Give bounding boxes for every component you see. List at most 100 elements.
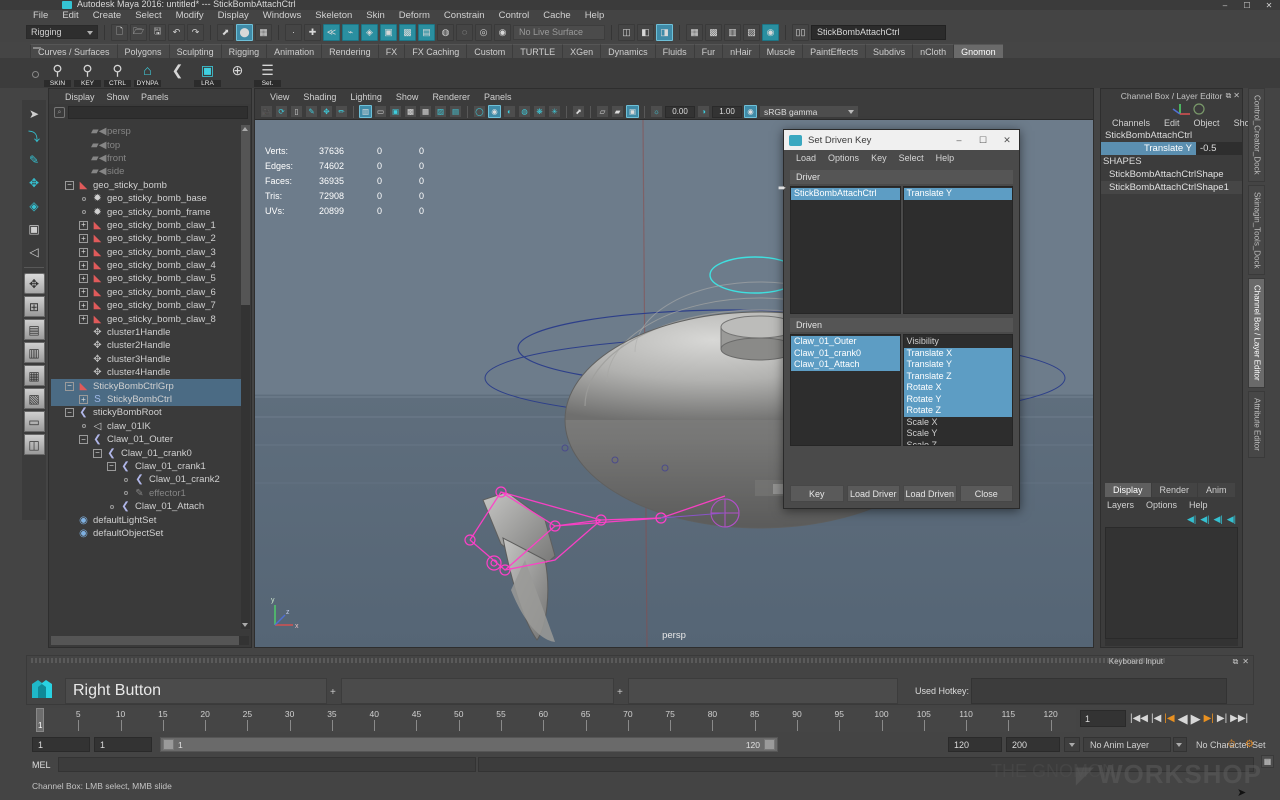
- expander-plus-icon[interactable]: +: [79, 220, 88, 230]
- snap-extra-button[interactable]: ◍: [437, 23, 454, 41]
- driven-attribute-item[interactable]: Visibility: [904, 336, 1013, 348]
- xray-joints-icon[interactable]: ▱: [596, 105, 609, 118]
- undo-button[interactable]: ↶: [168, 23, 185, 41]
- filter-icon[interactable]: ⌕: [54, 107, 65, 118]
- two-d-pan-zoom-icon[interactable]: ✥: [320, 105, 333, 118]
- minimize-button[interactable]: –: [1214, 0, 1236, 10]
- key-tool-shelf-button[interactable]: ⚲ KEY: [74, 60, 101, 87]
- shelf-options-icon[interactable]: [32, 71, 39, 78]
- driven-attribute-item[interactable]: Rotate Z: [903, 405, 1012, 417]
- dock-tab-channel-box-layer-editor[interactable]: Channel Box / Layer Editor: [1247, 278, 1265, 388]
- sdk-menu-options[interactable]: Options: [822, 153, 865, 163]
- shelf-tab-ncloth[interactable]: nCloth: [912, 44, 954, 58]
- outliner-search-input[interactable]: [68, 106, 248, 119]
- outliner-menu-show[interactable]: Show: [101, 92, 136, 102]
- ipr-render-button[interactable]: ▩: [705, 23, 722, 41]
- snap-grid-button[interactable]: ✚: [304, 23, 321, 41]
- close-panel-icon[interactable]: ✕: [1233, 91, 1240, 101]
- expander-plus-icon[interactable]: +: [79, 301, 88, 311]
- range-end-field[interactable]: 120: [948, 737, 1002, 752]
- driven-attribute-item[interactable]: Translate Z: [903, 370, 1012, 382]
- isolate-select-icon[interactable]: ⬈: [572, 105, 585, 118]
- use-default-lighting-icon[interactable]: ◯: [473, 105, 486, 118]
- shelf-tab-animation[interactable]: Animation: [266, 44, 322, 58]
- outliner-item[interactable]: ❮ Claw_01_Attach: [51, 500, 241, 513]
- snap-extra2-button[interactable]: ◌: [456, 23, 473, 41]
- hotkey-field-1[interactable]: Right Button: [65, 678, 327, 704]
- outliner-item[interactable]: ✹ geo_sticky_bomb_base: [51, 192, 241, 205]
- menu-item-control[interactable]: Control: [492, 10, 537, 22]
- rotate-tool[interactable]: ◈: [24, 195, 45, 216]
- flat-shade-icon[interactable]: ▩: [404, 105, 417, 118]
- use-all-lights-icon[interactable]: ◉: [488, 105, 501, 118]
- snap-toggle-small-button[interactable]: ·: [285, 23, 302, 41]
- persp-graph-layout[interactable]: ▦: [23, 365, 45, 386]
- grease-pencil-icon[interactable]: ✏: [335, 105, 348, 118]
- auto-keyframe-icon[interactable]: ⏱: [1224, 737, 1239, 752]
- menu-item-create[interactable]: Create: [86, 10, 129, 22]
- set-driven-key-dialog[interactable]: Set Driven Key – ☐ ✕ Load Options Key Selec…: [778, 129, 1020, 509]
- menu-item-help[interactable]: Help: [578, 10, 612, 22]
- shelf-tab-curves-surfaces[interactable]: Curves / Surfaces: [30, 44, 117, 58]
- input-connections-toggle[interactable]: ◧: [637, 23, 654, 41]
- lra-toggle-shelf-button[interactable]: ▣ LRA: [194, 60, 221, 87]
- expander-minus-icon[interactable]: −: [65, 408, 74, 418]
- expander-plus-icon[interactable]: +: [79, 261, 88, 271]
- dock-tab-skinagin-tools-dock[interactable]: Skinagin_Tools_Dock: [1247, 184, 1265, 276]
- move-pivot-shelf-button[interactable]: ⊕: [224, 60, 251, 87]
- menu-item-windows[interactable]: Windows: [256, 10, 309, 22]
- shape-item[interactable]: StickBombAttachCtrlShape: [1101, 168, 1242, 181]
- used-hotkey-field[interactable]: [971, 678, 1227, 704]
- shelf-tab-nhair[interactable]: nHair: [722, 44, 759, 58]
- shelf-tab-custom[interactable]: Custom: [466, 44, 513, 58]
- snap-view-plane-button[interactable]: ▣: [380, 23, 397, 41]
- driven-object-item[interactable]: Claw_01_Attach: [791, 359, 900, 371]
- sdk-menu-select[interactable]: Select: [893, 153, 930, 163]
- motion-blur-icon[interactable]: ✳: [548, 105, 561, 118]
- driven-object-item[interactable]: Claw_01_crank0: [791, 347, 900, 359]
- xray-active-components-icon[interactable]: ▰: [611, 105, 624, 118]
- float-panel-icon[interactable]: ⧉: [1233, 657, 1239, 667]
- range-left-handle[interactable]: [163, 739, 174, 750]
- texture-icon[interactable]: ▨: [434, 105, 447, 118]
- shelf-tab-gnomon[interactable]: Gnomon: [953, 44, 1003, 58]
- render-current-frame-button[interactable]: ▦: [686, 23, 703, 41]
- outliner-item[interactable]: ❮ Claw_01_crank2: [51, 473, 241, 486]
- hypershade-persp-layout[interactable]: ▧: [23, 388, 45, 409]
- construction-history-toggle[interactable]: ◫: [618, 23, 635, 41]
- exposure-value[interactable]: 0.00: [665, 105, 695, 118]
- outliner-item[interactable]: − ❮ Claw_01_Outer: [51, 433, 241, 446]
- current-frame-field[interactable]: 1: [1080, 710, 1126, 727]
- expander-minus-icon[interactable]: −: [107, 461, 116, 471]
- outliner-persp-layout[interactable]: ◫: [23, 434, 45, 455]
- time-slider[interactable]: 1 5 10 15 20 25 30 35 40 45 50 55 60 65 70 75 80 85 90 95 1…: [30, 708, 1076, 732]
- render-sequence-button[interactable]: ▥: [724, 23, 741, 41]
- snap-point-button[interactable]: ⌁: [342, 23, 359, 41]
- outliner-menu-panels[interactable]: Panels: [135, 92, 175, 102]
- outliner-menu-display[interactable]: Display: [59, 92, 101, 102]
- channelbox-menu-channels[interactable]: Channels: [1105, 118, 1157, 128]
- timeline-track[interactable]: 1 5 10 15 20 25 30 35 40 45 50 55 60 65 70 75 80 85 90 95 1…: [36, 708, 1076, 732]
- layer-next-fast-icon[interactable]: ◀|: [1227, 514, 1236, 525]
- sdk-menu-load[interactable]: Load: [790, 153, 822, 163]
- shade-options-icon[interactable]: ▦: [419, 105, 432, 118]
- scrollbar-thumb[interactable]: [51, 636, 239, 645]
- driver-object-item[interactable]: StickBombAttachCtrl: [791, 188, 900, 200]
- sdk-load-driver-button[interactable]: Load Driver: [846, 485, 900, 502]
- range-right-handle[interactable]: [764, 739, 775, 750]
- paint-select-tool[interactable]: ✎: [24, 149, 45, 170]
- sdk-close-button[interactable]: ✕: [995, 130, 1019, 150]
- animation-preferences-icon[interactable]: ⚙: [1242, 737, 1257, 752]
- driven-attribute-item[interactable]: Scale Y: [904, 428, 1013, 440]
- play-backwards-icon[interactable]: ◀: [1178, 711, 1188, 727]
- driven-object-item[interactable]: Claw_01_Outer: [791, 336, 900, 348]
- outliner-item[interactable]: + ◣ geo_sticky_bomb_claw_6: [51, 286, 241, 299]
- toggle-channelbox-button[interactable]: ▯▯: [792, 23, 809, 41]
- select-tool[interactable]: ➤: [24, 103, 45, 124]
- viewport-menu-lighting[interactable]: Lighting: [343, 92, 389, 102]
- shelf-tab-fluids[interactable]: Fluids: [654, 44, 694, 58]
- viewport-menu-renderer[interactable]: Renderer: [425, 92, 477, 102]
- gamma-icon[interactable]: ◑: [697, 105, 710, 118]
- ctrl-tool-shelf-button[interactable]: ⚲ CTRL: [104, 60, 131, 87]
- menu-set-selector[interactable]: Rigging: [26, 25, 98, 39]
